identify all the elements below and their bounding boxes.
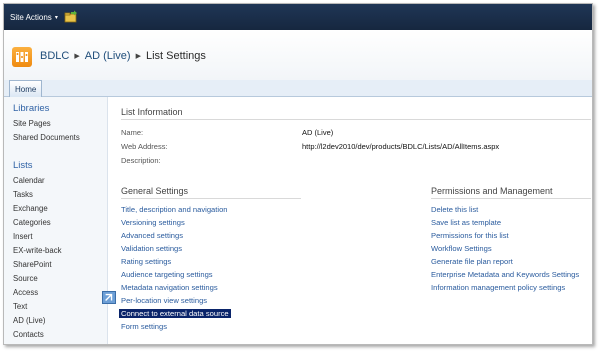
ql-item-exchange[interactable]: Exchange [13,204,48,213]
web-address-value: http://l2dev2010/dev/products/BDLC/Lists… [302,142,500,151]
site-actions-label: Site Actions [10,13,52,22]
page-title: List Settings [145,50,206,62]
ql-item-contacts[interactable]: Contacts [13,330,44,339]
link-validation-settings[interactable]: Validation settings [121,244,182,253]
ql-item-categories[interactable]: Categories [13,218,51,227]
breadcrumb-list-link[interactable]: AD (Live) [85,50,131,62]
permissions-management-title: Permissions and Management [431,186,553,196]
description-label: Description: [121,156,161,165]
link-versioning-settings[interactable]: Versioning settings [121,218,185,227]
link-enterprise-metadata-keywords[interactable]: Enterprise Metadata and Keywords Setting… [431,270,579,279]
breadcrumb-arrow-icon: ▶ [74,53,80,60]
quick-launch: Libraries Site Pages Shared Documents Li… [4,97,108,344]
divider [121,119,591,120]
link-generate-file-plan-report[interactable]: Generate file plan report [431,257,513,266]
ql-heading-libraries[interactable]: Libraries [13,103,49,114]
site-logo-icon[interactable] [12,47,32,67]
ql-item-text[interactable]: Text [13,302,27,311]
link-advanced-settings[interactable]: Advanced settings [121,231,183,240]
link-workflow-settings[interactable]: Workflow Settings [431,244,492,253]
divider [121,198,301,199]
link-audience-targeting-settings[interactable]: Audience targeting settings [121,270,213,279]
breadcrumb: BDLC ▶ AD (Live) ▶ List Settings [40,50,206,62]
tab-home[interactable]: Home [9,80,43,97]
link-delete-this-list[interactable]: Delete this list [431,205,478,214]
ql-item-shared-documents[interactable]: Shared Documents [13,133,80,142]
ql-item-calendar[interactable]: Calendar [13,176,45,185]
link-form-settings[interactable]: Form settings [121,322,167,331]
link-save-list-as-template[interactable]: Save list as template [431,218,501,227]
breadcrumb-arrow-icon: ▶ [135,53,141,60]
main-content: List Information Name: AD (Live) Web Add… [109,97,592,344]
link-title-description-navigation[interactable]: Title, description and navigation [121,205,228,214]
browser-frame: Site Actions ▾ BDLC ▶ AD (Live) ▶ List S… [3,3,593,345]
ql-item-ex-write-back[interactable]: EX-write-back [13,246,62,255]
link-rating-settings[interactable]: Rating settings [121,257,171,266]
link-metadata-navigation-settings[interactable]: Metadata navigation settings [121,283,218,292]
ql-item-insert[interactable]: Insert [13,232,33,241]
cursor-arrow-icon [102,291,116,304]
ql-item-tasks[interactable]: Tasks [13,190,33,199]
link-permissions-for-this-list[interactable]: Permissions for this list [431,231,509,240]
chevron-down-icon: ▾ [54,15,58,21]
link-connect-external-data-source[interactable]: Connect to external data source [119,309,231,318]
web-address-label: Web Address: [121,142,168,151]
ql-heading-lists[interactable]: Lists [13,160,33,171]
breadcrumb-site-link[interactable]: BDLC [40,50,69,62]
link-per-location-view-settings[interactable]: Per-location view settings [121,296,207,305]
ribbon-top-bar: Site Actions ▾ [4,4,592,30]
page-title-bar: BDLC ▶ AD (Live) ▶ List Settings [4,30,592,80]
ql-item-site-pages[interactable]: Site Pages [13,119,51,128]
name-label: Name: [121,128,144,137]
link-information-management-policy[interactable]: Information management policy settings [431,283,565,292]
ql-item-ad-live[interactable]: AD (Live) [13,316,46,325]
ql-item-source[interactable]: Source [13,274,38,283]
site-actions-menu[interactable]: Site Actions ▾ [10,13,58,22]
ql-item-sharepoint[interactable]: SharePoint [13,260,52,269]
name-value: AD (Live) [302,128,334,137]
list-information-title: List Information [121,107,183,117]
general-settings-title: General Settings [121,186,189,196]
ribbon-tab-bar: Home [4,80,592,97]
divider [431,198,591,199]
ql-item-access[interactable]: Access [13,288,38,297]
navigate-up-icon[interactable] [64,10,78,23]
